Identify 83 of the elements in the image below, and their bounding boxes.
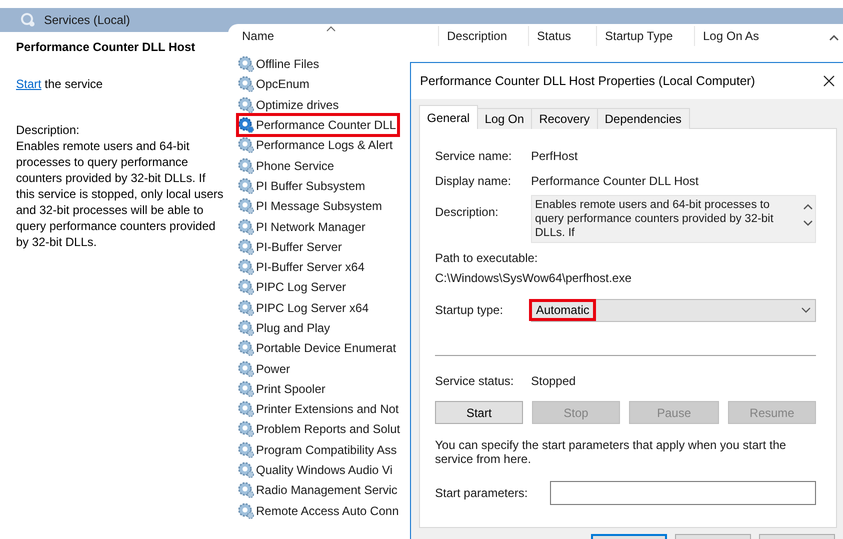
field-label: Service status: [435, 374, 515, 388]
service-row[interactable]: Performance Logs & Alert [238, 135, 395, 156]
service-row[interactable]: Offline Files [238, 54, 322, 74]
service-name: Plug and Play [256, 321, 330, 335]
service-name: Program Compatibility Ass [256, 442, 397, 457]
field-label: Startup type: [435, 303, 504, 317]
service-row[interactable]: PI-Buffer Server x64 [238, 256, 366, 278]
service-row[interactable]: Phone Service [238, 155, 336, 176]
tab[interactable]: Log On [476, 108, 532, 129]
service-name: OpcEnum [256, 77, 310, 92]
scroll-up-icon[interactable] [829, 34, 839, 41]
service-row[interactable]: Plug and Play [238, 318, 332, 338]
service-row[interactable]: PI Message Subsystem [238, 196, 384, 216]
service-row[interactable]: PIPC Log Server [238, 277, 348, 298]
status-value: Stopped [531, 374, 576, 388]
service-name: PI-Buffer Server [256, 240, 342, 254]
tab[interactable]: Recovery [531, 108, 598, 129]
close-icon[interactable] [823, 75, 835, 87]
startup-type-value: Automatic [532, 302, 594, 318]
service-name: PI Network Manager [256, 220, 366, 234]
field-value: PerfHost [531, 148, 578, 162]
service-row[interactable]: Optimize drives [238, 94, 341, 115]
service-name: PI Buffer Subsystem [256, 178, 366, 193]
field-label: Service name: [435, 148, 513, 162]
hint-text: You can specify the start parameters that apply when you start the service from here. [435, 438, 788, 466]
service-row[interactable]: Remote Access Auto Conn [238, 500, 401, 521]
service-row[interactable]: Program Compatibility Ass [238, 440, 399, 460]
service-name: PI Message Subsystem [256, 199, 382, 214]
service-name: PIPC Log Server x64 [256, 300, 369, 315]
field-label: Description: [435, 205, 500, 219]
field-label: Path to executable: [435, 251, 539, 265]
service-row[interactable]: PI-Buffer Server [238, 236, 344, 257]
column-header[interactable]: Name [228, 26, 438, 46]
service-name: Radio Management Servic [256, 483, 398, 498]
column-header[interactable]: Status [528, 26, 596, 46]
service-name: Performance Logs & Alert [256, 138, 393, 152]
service-name: Print Spooler [256, 382, 326, 396]
service-name: Performance Counter DLL [256, 118, 396, 132]
service-row[interactable]: Quality Windows Audio Vi [238, 460, 395, 480]
service-name: PI-Buffer Server x64 [256, 260, 364, 274]
dialog-title: Performance Counter DLL Host Properties (Local Computer) [420, 74, 756, 88]
service-name: Remote Access Auto Conn [256, 504, 399, 518]
tab[interactable]: Dependencies [596, 108, 690, 129]
service-name: Quality Windows Audio Vi [256, 463, 393, 478]
dropdown-caret-icon [801, 307, 811, 313]
field-label: Display name: [435, 174, 512, 188]
field-label: Start parameters: [435, 486, 529, 500]
service-row[interactable]: Printer Extensions and Not [238, 399, 401, 420]
column-header[interactable]: Description [438, 26, 528, 46]
service-name: Printer Extensions and Not [256, 402, 399, 416]
start-parameters-field[interactable] [550, 481, 816, 505]
service-row[interactable]: OpcEnum [238, 74, 312, 95]
header-title: Services (Local) [44, 13, 130, 27]
service-name: Phone Service [256, 158, 334, 173]
service-row[interactable]: Problem Reports and Solut [238, 419, 402, 440]
start-link[interactable]: Start [16, 77, 42, 91]
path-value: C:\Windows\SysWow64\perfhost.exe [435, 271, 633, 285]
service-name: Problem Reports and Solut [256, 422, 400, 436]
service-name: Optimize drives [256, 98, 339, 112]
service-row[interactable]: PI Buffer Subsystem [238, 176, 368, 196]
column-header[interactable]: Startup Type [596, 26, 694, 46]
service-name: Portable Device Enumerat [256, 341, 396, 356]
service-row[interactable]: Radio Management Servic [238, 480, 400, 501]
description-value: Enables remote users and 64-bit processes to query performance counters provided by 32-bit DLLs. If [534, 198, 774, 241]
service-button[interactable]: Start [435, 401, 523, 424]
service-title: Performance Counter DLL Host [16, 40, 196, 54]
action-text: Start the service [16, 76, 104, 92]
service-name: PIPC Log Server [256, 280, 346, 294]
service-row[interactable]: Performance Counter DLL [238, 114, 398, 136]
service-row[interactable]: PI Network Manager [238, 216, 368, 237]
service-row[interactable]: Print Spooler [238, 378, 328, 400]
service-row[interactable]: Portable Device Enumerat [238, 338, 398, 358]
column-header[interactable]: Log On As [694, 26, 804, 46]
service-row[interactable]: PIPC Log Server x64 [238, 298, 371, 318]
description-box[interactable]: Enables remote users and 64-bit processes to query performance counters provided by 32-bit DLLs. If [531, 195, 816, 243]
field-value: Performance Counter DLL Host [531, 174, 699, 188]
service-name: Power [256, 362, 290, 376]
service-name: Offline Files [256, 57, 320, 72]
startup-type-select[interactable]: Automatic [531, 298, 816, 322]
description-label: Description: [16, 122, 80, 138]
description-text: Enables remote users and 64-bit processes to query performance counters provided by 32-bit DLLs. If this service is stopped, only local users and 32-bit processes will be able to query performance counters provided by 32-bit DLLs. [16, 138, 224, 250]
tab[interactable]: General [419, 105, 478, 129]
service-row[interactable]: Power [238, 358, 292, 379]
